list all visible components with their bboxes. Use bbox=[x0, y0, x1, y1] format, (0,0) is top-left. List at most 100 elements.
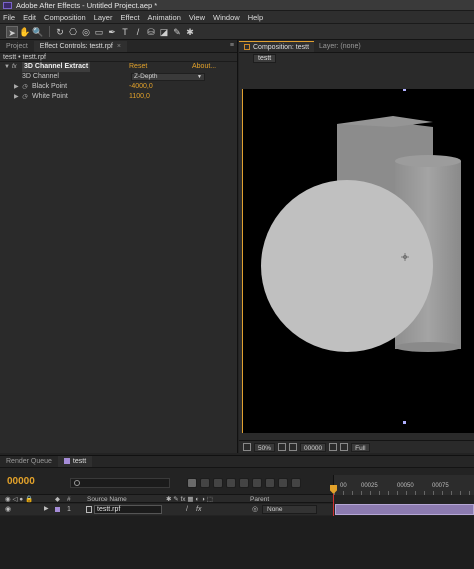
tab-timeline-comp[interactable]: testt bbox=[57, 456, 93, 467]
lock-icon[interactable] bbox=[244, 44, 250, 50]
parent-dropdown[interactable]: None bbox=[262, 505, 317, 514]
timeline-tabbar: Render Queue testt bbox=[0, 456, 474, 468]
hand-tool-icon[interactable]: ✋ bbox=[19, 26, 31, 38]
label-color-swatch[interactable] bbox=[55, 507, 60, 512]
effect-name[interactable]: 3D Channel Extract bbox=[22, 62, 91, 72]
twirl-right-icon[interactable]: ▶ bbox=[44, 504, 49, 515]
twirl-down-icon[interactable]: ▼ bbox=[4, 62, 10, 72]
stopwatch-icon[interactable]: ◷ bbox=[22, 92, 27, 102]
pen-tool-icon[interactable]: ✒ bbox=[106, 26, 118, 38]
menu-animation[interactable]: Animation bbox=[148, 13, 181, 22]
fx-toggle-icon[interactable]: fx bbox=[12, 62, 17, 72]
timeline-timecode[interactable]: 00000 bbox=[7, 476, 35, 487]
ruler-tick: 00025 bbox=[361, 483, 378, 489]
effect-switch-icon[interactable]: fx bbox=[196, 504, 201, 515]
about-link[interactable]: About... bbox=[192, 62, 216, 72]
pickwhip-icon[interactable]: ◎ bbox=[252, 504, 258, 515]
timeline-switch-buttons bbox=[187, 478, 304, 488]
twirl-right-icon[interactable]: ▶ bbox=[14, 82, 19, 92]
top-handle[interactable] bbox=[403, 89, 406, 91]
white-point-value[interactable]: 1100,0 bbox=[129, 92, 150, 102]
pan-behind-tool-icon[interactable]: ◎ bbox=[80, 26, 92, 38]
tab-project[interactable]: Project bbox=[0, 41, 34, 52]
comp-mini-flowchart-button[interactable] bbox=[187, 478, 197, 488]
composition-breadcrumb-item[interactable]: testt bbox=[253, 54, 277, 63]
composition-viewer[interactable] bbox=[242, 89, 474, 433]
composition-panel: Composition: testt Layer: (none) testt 5… bbox=[239, 40, 474, 453]
ruler-grid bbox=[334, 491, 474, 495]
auto-keyframe-button[interactable] bbox=[265, 478, 275, 488]
layer-duration-bar[interactable] bbox=[335, 504, 474, 515]
column-parent[interactable]: Parent bbox=[250, 495, 269, 504]
tab-layer[interactable]: Layer: (none) bbox=[314, 41, 366, 52]
time-ruler[interactable]: 00 00025 00050 00075 bbox=[333, 475, 474, 495]
zoom-tool-icon[interactable]: 🔍 bbox=[32, 26, 44, 38]
dropdown-value: Z-Depth bbox=[134, 73, 158, 80]
param-label: 3D Channel bbox=[22, 73, 59, 80]
eraser-tool-icon[interactable]: ◪ bbox=[158, 26, 170, 38]
after-effects-app-icon bbox=[3, 2, 12, 9]
ruler-tick: 00050 bbox=[397, 483, 414, 489]
shy-layers-button[interactable] bbox=[213, 478, 223, 488]
cylinder-top bbox=[395, 155, 461, 167]
grid-icon[interactable] bbox=[278, 443, 287, 451]
frame-blending-button[interactable] bbox=[226, 478, 236, 488]
menu-file[interactable]: File bbox=[3, 13, 15, 22]
current-time-field[interactable]: 00000 bbox=[300, 442, 327, 452]
tab-timeline-comp-label: testt bbox=[72, 458, 87, 465]
show-channel-icon[interactable] bbox=[340, 443, 349, 451]
composition-tabbar: Composition: testt Layer: (none) bbox=[239, 40, 474, 53]
twirl-right-icon[interactable]: ▶ bbox=[14, 92, 19, 102]
type-tool-icon[interactable]: T bbox=[119, 26, 131, 38]
camera-tool-icon[interactable]: ⎔ bbox=[67, 26, 79, 38]
brainstorm-button[interactable] bbox=[252, 478, 262, 488]
switches-icon: ✱ ✎ fx ▦ ◐ ◑ ⬚ bbox=[166, 496, 213, 503]
menu-bar: File Edit Composition Layer Effect Anima… bbox=[0, 11, 474, 24]
motion-blur-button[interactable] bbox=[239, 478, 249, 488]
menu-composition[interactable]: Composition bbox=[44, 13, 86, 22]
black-point-value[interactable]: -4000,0 bbox=[129, 82, 153, 92]
draft-3d-button[interactable] bbox=[200, 478, 210, 488]
live-update-button[interactable] bbox=[291, 478, 301, 488]
clone-stamp-tool-icon[interactable]: ⛁ bbox=[145, 26, 157, 38]
panel-menu-icon[interactable]: ≡ bbox=[230, 42, 234, 49]
rotation-tool-icon[interactable]: ↻ bbox=[54, 26, 66, 38]
magnification-dropdown[interactable]: 50% bbox=[254, 442, 276, 452]
reset-link[interactable]: Reset bbox=[129, 62, 147, 72]
mask-visibility-icon[interactable] bbox=[289, 443, 298, 451]
ruler-tick: 00 bbox=[340, 483, 347, 489]
3d-channel-dropdown[interactable]: Z-Depth ▼ bbox=[131, 73, 205, 81]
layer-name-field[interactable]: testt.rpf bbox=[94, 505, 162, 514]
quality-switch-icon[interactable]: / bbox=[186, 504, 188, 515]
tab-render-queue[interactable]: Render Queue bbox=[0, 456, 58, 467]
tab-composition[interactable]: Composition: testt bbox=[239, 41, 315, 52]
tab-effect-controls[interactable]: Effect Controls: testt.rpf × bbox=[33, 41, 127, 52]
resolution-dropdown[interactable]: Full bbox=[351, 442, 370, 452]
menu-edit[interactable]: Edit bbox=[23, 13, 36, 22]
graph-editor-button[interactable] bbox=[278, 478, 288, 488]
menu-help[interactable]: Help bbox=[248, 13, 263, 22]
layer-row[interactable]: ◉ ▶ 1 testt.rpf / fx ◎ None bbox=[0, 504, 333, 515]
puppet-tool-icon[interactable]: ✱ bbox=[184, 26, 196, 38]
param-label: White Point bbox=[32, 93, 68, 100]
close-icon[interactable]: × bbox=[117, 43, 121, 50]
menu-effect[interactable]: Effect bbox=[120, 13, 139, 22]
column-source-name[interactable]: Source Name bbox=[87, 495, 127, 504]
snapshot-icon[interactable] bbox=[329, 443, 338, 451]
roto-brush-tool-icon[interactable]: ✎ bbox=[171, 26, 183, 38]
stopwatch-icon[interactable]: ◷ bbox=[22, 82, 27, 92]
layer-search-input[interactable] bbox=[70, 478, 170, 488]
menu-window[interactable]: Window bbox=[213, 13, 240, 22]
always-preview-icon[interactable] bbox=[243, 443, 251, 451]
brush-tool-icon[interactable]: / bbox=[132, 26, 144, 38]
param-row-black-point: ▶ ◷ Black Point -4000,0 bbox=[0, 82, 237, 92]
selection-tool-icon[interactable]: ➤ bbox=[6, 25, 18, 38]
mask-tool-icon[interactable]: ▭ bbox=[93, 26, 105, 38]
ruler-tick: 00075 bbox=[432, 483, 449, 489]
menu-view[interactable]: View bbox=[189, 13, 205, 22]
effect-controls-panel: Project Effect Controls: testt.rpf × ≡ te… bbox=[0, 40, 238, 453]
comp-color-swatch bbox=[63, 458, 70, 464]
eye-icon[interactable]: ◉ bbox=[5, 504, 11, 515]
menu-layer[interactable]: Layer bbox=[94, 13, 113, 22]
bottom-handle[interactable] bbox=[403, 421, 406, 424]
